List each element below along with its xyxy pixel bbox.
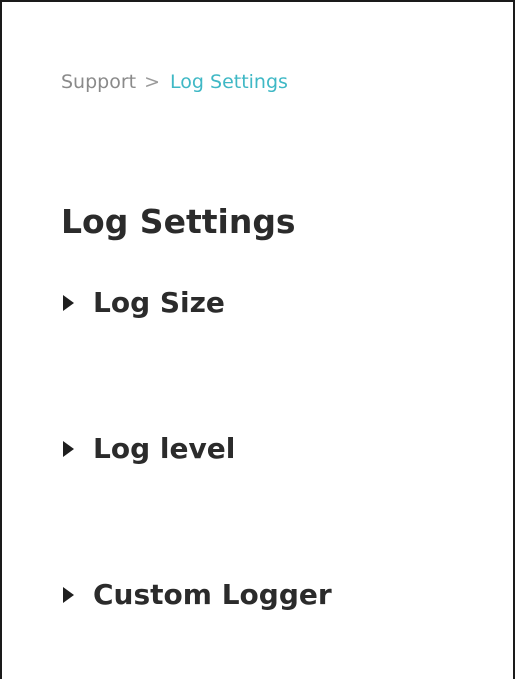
log-settings-panel: Support > Log Settings Log Settings Log Si… [0, 0, 515, 679]
breadcrumb: Support > Log Settings [61, 70, 288, 94]
section-custom-logger-toggle[interactable]: Custom Logger [61, 575, 332, 615]
section-log-level-label: Log level [93, 432, 236, 465]
breadcrumb-current: Log Settings [170, 71, 288, 93]
section-log-size-toggle[interactable]: Log Size [61, 283, 225, 323]
section-log-level-toggle[interactable]: Log level [61, 429, 235, 469]
breadcrumb-support-link[interactable]: Support [61, 71, 136, 93]
caret-right-icon [63, 441, 74, 457]
page-title: Log Settings [61, 202, 296, 241]
caret-right-icon [63, 587, 74, 603]
breadcrumb-separator: > [144, 71, 161, 93]
section-custom-logger-label: Custom Logger [93, 578, 332, 611]
caret-right-icon [63, 295, 74, 311]
section-log-size-label: Log Size [93, 286, 225, 319]
